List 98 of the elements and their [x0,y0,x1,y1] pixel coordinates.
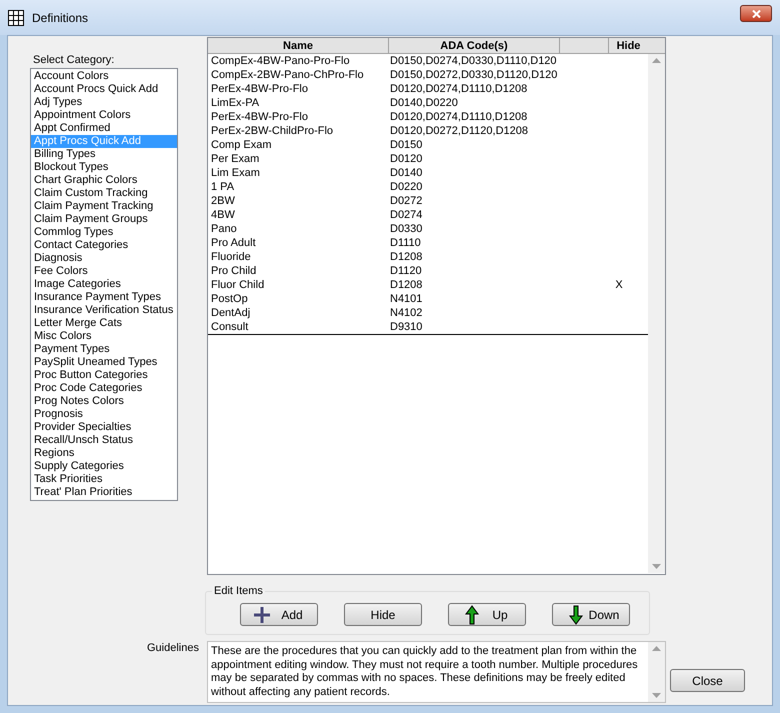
table-cell-text: CompEx-4BW-Pano-Pro-Flo [210,54,351,68]
table-cell-text: DentAdj [210,306,252,320]
table-cell-text: D0274 [389,208,424,222]
table-cell-text: PostOp [210,292,249,306]
category-label: Select Category: [33,53,116,67]
table-cell-text: D0120 [389,152,424,166]
table-cell-text: D0140,D0220 [389,96,459,110]
category-item[interactable]: Misc Colors [31,330,177,343]
category-item[interactable]: Claim Payment Tracking [31,200,177,213]
table-cell-text: D0120,D0272,D1120,D1208 [389,124,530,138]
category-item[interactable]: Diagnosis [31,252,177,265]
category-item[interactable]: Blockout Types [31,161,177,174]
category-item[interactable]: Regions [31,447,177,460]
table-cell-text: Consult [210,320,250,334]
table-cell-text: 1 PA [210,180,236,194]
table-cell-text: D1120 [389,264,423,278]
scroll-down-icon[interactable] [652,564,661,569]
table-cell-text: X [614,278,624,292]
category-item[interactable]: Appt Confirmed [31,122,177,135]
close-button[interactable]: Close [670,669,745,692]
category-item[interactable]: Adj Types [31,96,177,109]
table-cell-text: D1208 [389,278,424,292]
category-item[interactable]: Account Procs Quick Add [31,83,177,96]
window-title: Definitions [32,10,88,26]
column-header[interactable]: Hide [609,38,648,53]
close-icon [752,10,760,18]
table-cell-text: PerEx-4BW-Pro-Flo [210,82,309,96]
scroll-up-icon[interactable] [652,646,661,651]
table-cell-text: D0140 [389,166,424,180]
category-item[interactable]: Appointment Colors [31,109,177,122]
table-cell-text: D0220 [389,180,424,194]
guidelines-paragraph: These are the procedures that you can quickly add to the treatment plan from within the appointment editing window. They must not require a tooth number. Multiple procedures may be separated by commas with no spaces. These definitions may be freely edited without affecting any patient records. [210,644,639,700]
table-cell-text: Pro Adult [210,236,257,250]
edit-button[interactable]: Add [240,603,318,626]
table-cell-text: D0120,D0274,D1110,D1208 [389,110,528,124]
table-cell-text: D0150 [389,138,424,152]
table-cell-text: 4BW [210,208,236,222]
table-cell-text: Pro Child [210,264,258,278]
scrollbar[interactable] [648,54,665,573]
close-window-button[interactable] [740,5,772,22]
category-item[interactable]: Insurance Payment Types [31,291,177,304]
category-item[interactable]: Supply Categories [31,460,177,473]
category-item[interactable]: Payment Types [31,343,177,356]
edit-button[interactable]: Down [552,603,630,626]
edit-button[interactable]: Hide [344,603,422,626]
plus-icon [253,606,271,624]
category-list[interactable] [30,68,178,501]
category-item[interactable]: PaySplit Uneamed Types [31,356,177,369]
category-item[interactable]: Proc Code Categories [31,382,177,395]
table-cell-text: D0120,D0274,D1110,D1208 [389,82,528,96]
table-cell-text: Per Exam [210,152,260,166]
table-cell-text: D1208 [389,250,424,264]
category-item[interactable]: Task Priorities [31,473,177,486]
category-item[interactable]: Letter Merge Cats [31,317,177,330]
category-item[interactable]: Claim Payment Groups [31,213,177,226]
table-cell-text: CompEx-2BW-Pano-ChPro-Flo [210,68,365,82]
arrow-down-icon [569,604,583,624]
grid-icon [8,10,24,26]
table-cell-text: Fluor Child [210,278,266,292]
category-item[interactable]: Fee Colors [31,265,177,278]
column-header[interactable]: ADA Code(s) [389,38,560,53]
table-cell-text: Lim Exam [210,166,261,180]
edit-button[interactable]: Up [448,603,526,626]
table-cell-text: D0330 [389,222,424,236]
table-cell-text: PerEx-2BW-ChildPro-Flo [210,124,334,138]
category-item[interactable]: Recall/Unsch Status [31,434,177,447]
category-item[interactable]: Account Colors [31,70,177,83]
category-item[interactable]: Prog Notes Colors [31,395,177,408]
category-item[interactable]: Contact Categories [31,239,177,252]
table-cell-text: D0150,D0272,D0330,D1120,D120 [389,68,558,82]
table-cell-text: Fluoride [210,250,252,264]
column-header[interactable]: Name [208,38,389,53]
table-cell-text: N4101 [389,292,424,306]
table-cell-text: PerEx-4BW-Pro-Flo [210,110,309,124]
scroll-down-icon[interactable] [652,693,661,698]
arrow-up-icon [465,604,479,624]
table-cell-text: Pano [210,222,238,236]
table-cell-text: LimEx-PA [210,96,260,110]
category-item[interactable]: Insurance Verification Status [31,304,177,317]
table-cell-text: D0272 [389,194,424,208]
table-cell-text: D9310 [389,320,424,334]
table-cell-text: D0150,D0274,D0330,D1110,D120 [389,54,558,68]
category-item[interactable]: Chart Graphic Colors [31,174,177,187]
scrollbar[interactable] [648,642,665,702]
category-item[interactable]: Commlog Types [31,226,177,239]
category-item[interactable]: Claim Custom Tracking [31,187,177,200]
category-item[interactable]: Prognosis [31,408,177,421]
table-cell-text: D1110 [389,236,422,250]
category-item[interactable]: Image Categories [31,278,177,291]
scroll-up-icon[interactable] [652,58,661,63]
category-item[interactable]: Treat' Plan Priorities [31,486,177,499]
table-cell-text: Comp Exam [210,138,273,152]
category-item[interactable]: Provider Specialties [31,421,177,434]
table-cell-text: 2BW [210,194,236,208]
table-cell-text: N4102 [389,306,424,320]
category-item[interactable]: Proc Button Categories [31,369,177,382]
category-item[interactable]: Billing Types [31,148,177,161]
guidelines-label: Guidelines [147,641,200,656]
